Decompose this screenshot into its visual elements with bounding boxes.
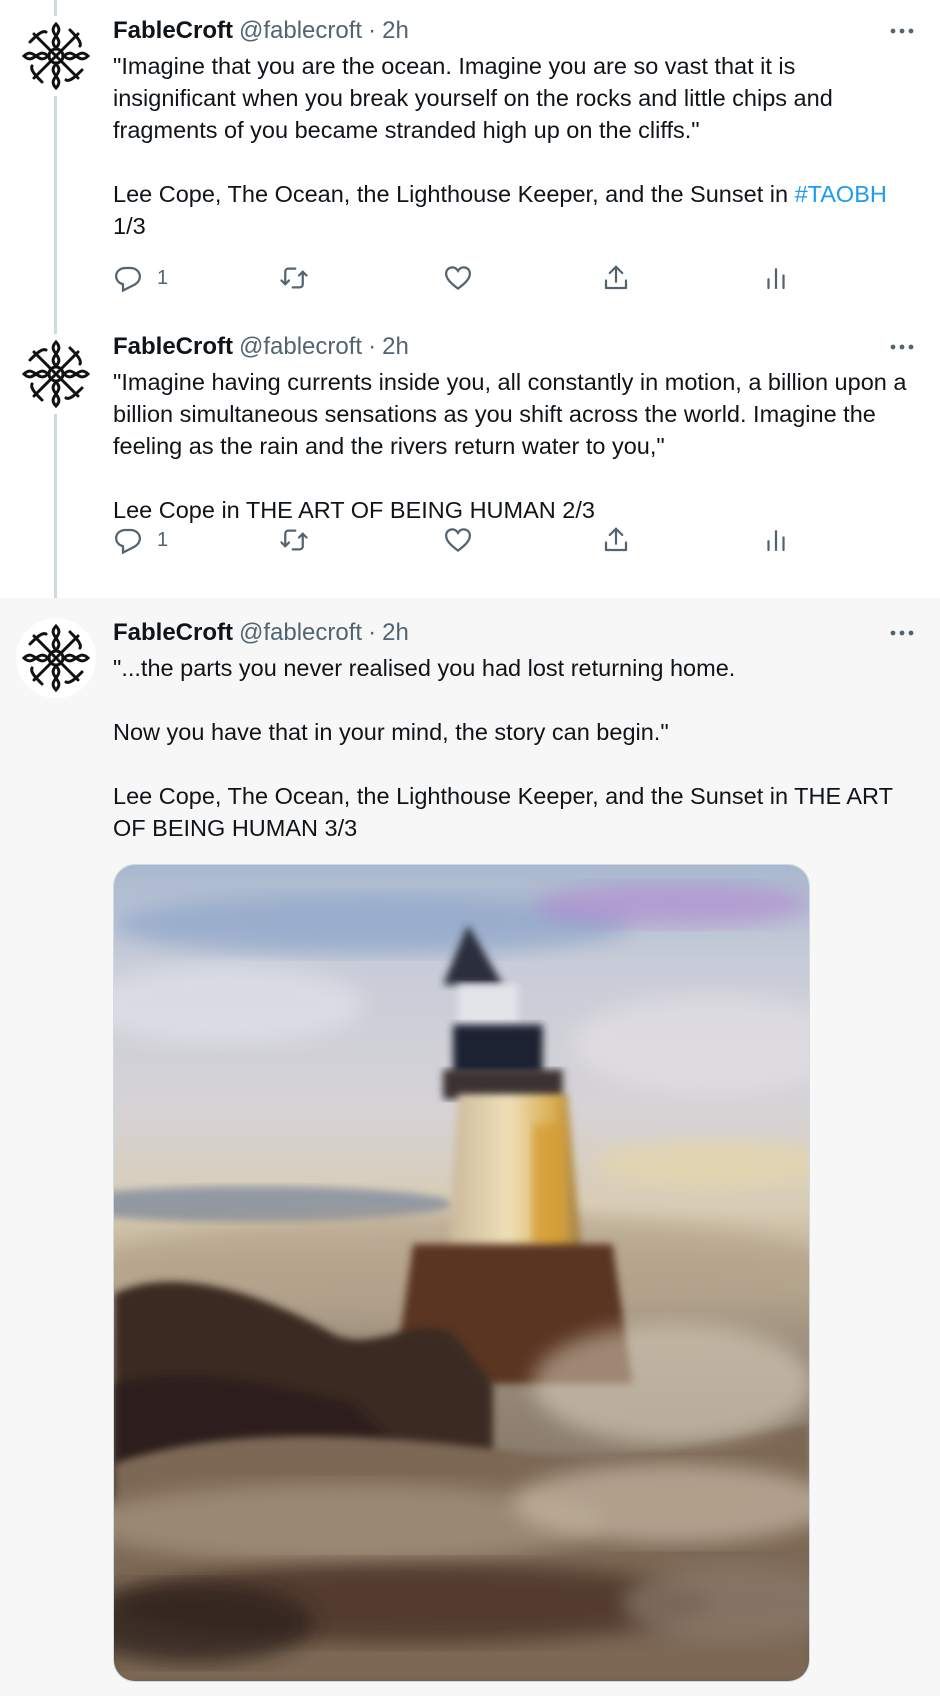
tweet-paragraph: "Imagine having currents inside you, all… xyxy=(113,369,907,459)
separator: · xyxy=(368,333,377,360)
retweet-icon xyxy=(280,267,308,289)
retweet-icon xyxy=(280,529,308,551)
analytics-button[interactable] xyxy=(761,260,791,296)
tweet-paragraph: Lee Cope, The Ocean, the Lighthouse Keep… xyxy=(113,783,893,841)
timestamp[interactable]: 2h xyxy=(382,16,409,46)
tweet-paragraph: "Imagine that you are the ocean. Imagine… xyxy=(113,53,833,143)
more-horizontal-icon xyxy=(890,344,914,350)
thread-counter: 1/3 xyxy=(113,213,146,239)
timestamp[interactable]: 2h xyxy=(382,618,409,648)
reply-button[interactable]: 1 xyxy=(113,260,168,296)
tweet[interactable]: FableCroft @fablecroft · 2h "Imagine hav… xyxy=(0,316,940,598)
tweet-paragraph: Now you have that in your mind, the stor… xyxy=(113,719,669,745)
tweet-text: "Imagine having currents inside you, all… xyxy=(113,366,920,526)
reply-count: 1 xyxy=(157,266,169,289)
analytics-icon xyxy=(767,268,785,290)
separator: · xyxy=(368,619,377,646)
celtic-knot-logo xyxy=(21,21,91,91)
reply-button[interactable]: 1 xyxy=(113,522,168,558)
analytics-icon xyxy=(767,530,785,552)
tweet-header: FableCroft @fablecroft · 2h xyxy=(113,16,920,46)
hashtag-link[interactable]: #TAOBH xyxy=(795,181,887,207)
lighthouse-painting xyxy=(114,865,809,1681)
celtic-knot-logo xyxy=(21,339,91,409)
tweet-paragraph: "...the parts you never realised you had… xyxy=(113,655,736,681)
more-button[interactable] xyxy=(884,332,920,362)
reply-icon xyxy=(114,266,142,293)
lighthouse-painting-image[interactable] xyxy=(113,864,810,1682)
retweet-button[interactable] xyxy=(279,260,309,296)
celtic-knot-logo xyxy=(21,623,91,693)
action-bar: 1 xyxy=(113,260,833,296)
heart-icon xyxy=(444,266,472,291)
more-horizontal-icon xyxy=(890,28,914,34)
tweet-text: "...the parts you never realised you had… xyxy=(113,652,920,844)
analytics-button[interactable] xyxy=(761,522,791,558)
author-name[interactable]: FableCroft xyxy=(113,618,233,648)
share-icon xyxy=(604,527,628,552)
avatar[interactable] xyxy=(16,618,96,698)
reply-icon xyxy=(114,528,142,555)
more-button[interactable] xyxy=(884,618,920,648)
share-button[interactable] xyxy=(601,522,631,558)
more-button[interactable] xyxy=(884,16,920,46)
action-bar: 1 xyxy=(113,522,833,558)
avatar[interactable] xyxy=(16,334,96,414)
like-button[interactable] xyxy=(443,260,473,296)
tweet-header: FableCroft @fablecroft · 2h xyxy=(113,332,920,362)
author-handle[interactable]: @fablecroft xyxy=(239,16,362,46)
tweet-paragraph: Lee Cope, The Ocean, the Lighthouse Keep… xyxy=(113,178,920,242)
like-button[interactable] xyxy=(443,522,473,558)
reply-count: 1 xyxy=(157,528,169,551)
share-button[interactable] xyxy=(601,260,631,296)
heart-icon xyxy=(444,528,472,553)
tweet-text: "Imagine that you are the ocean. Imagine… xyxy=(113,50,920,242)
timestamp[interactable]: 2h xyxy=(382,332,409,362)
retweet-button[interactable] xyxy=(279,522,309,558)
author-handle[interactable]: @fablecroft xyxy=(239,618,362,648)
attribution-text: Lee Cope, The Ocean, the Lighthouse Keep… xyxy=(113,181,795,207)
author-handle[interactable]: @fablecroft xyxy=(239,332,362,362)
tweet-header: FableCroft @fablecroft · 2h xyxy=(113,618,920,648)
author-name[interactable]: FableCroft xyxy=(113,16,233,46)
tweet[interactable]: FableCroft @fablecroft · 2h "Imagine tha… xyxy=(0,0,940,316)
share-icon xyxy=(604,265,628,290)
tweet-focused[interactable]: FableCroft @fablecroft · 2h "...the part… xyxy=(0,598,940,1696)
separator: · xyxy=(368,17,377,44)
avatar[interactable] xyxy=(16,16,96,96)
author-name[interactable]: FableCroft xyxy=(113,332,233,362)
more-horizontal-icon xyxy=(890,630,914,636)
